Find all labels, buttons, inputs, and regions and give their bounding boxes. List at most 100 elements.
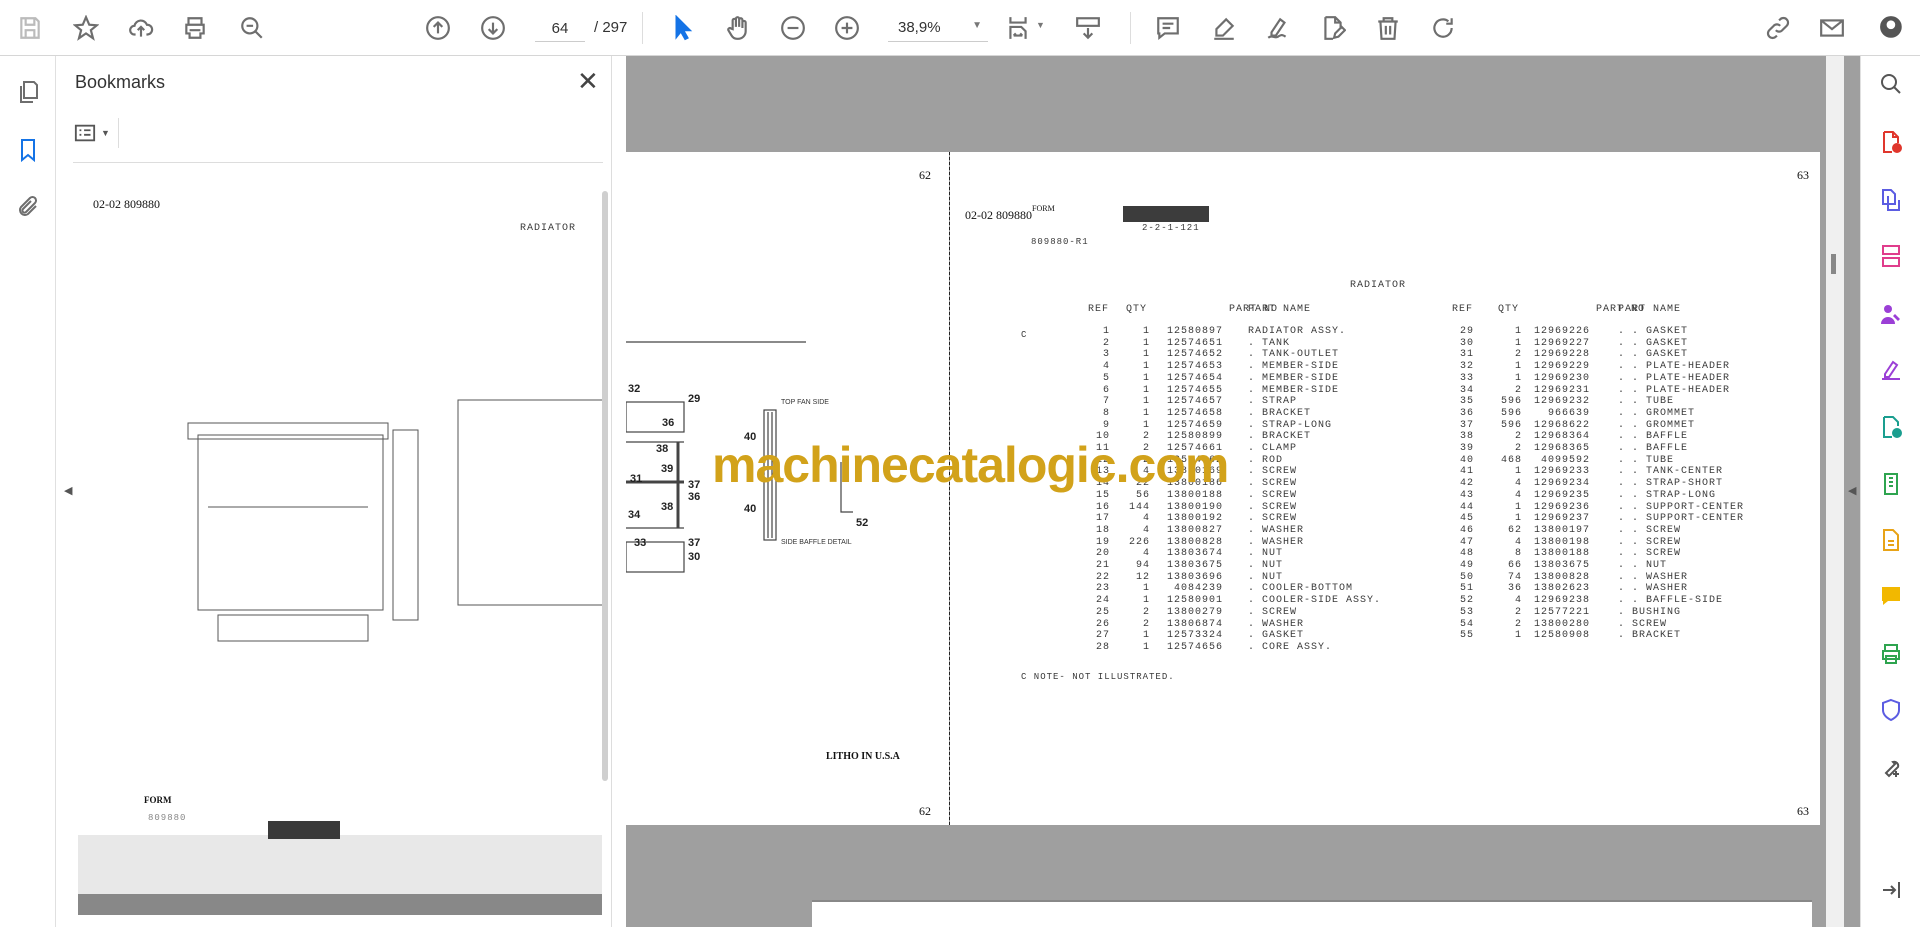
combine-files-icon[interactable] xyxy=(1877,186,1905,214)
page-thumbnails-icon[interactable] xyxy=(12,76,44,108)
scrollbar-thumb[interactable] xyxy=(1831,254,1836,274)
cell-part-no: 12969233 xyxy=(1533,466,1590,478)
cell-part-name: . . PLATE-HEADER xyxy=(1618,361,1731,373)
close-icon[interactable]: ✕ xyxy=(577,66,599,97)
bookmarks-icon[interactable] xyxy=(12,134,44,166)
organize-pages-icon[interactable] xyxy=(1877,242,1905,270)
zoom-in-icon[interactable] xyxy=(831,12,863,44)
edit-document-icon[interactable] xyxy=(1317,12,1349,44)
more-tools-icon[interactable] xyxy=(1877,754,1905,782)
cell-part-no: 13806874 xyxy=(1166,618,1223,630)
scroll-mode-icon[interactable] xyxy=(1072,12,1104,44)
thumb-title: RADIATOR xyxy=(520,223,577,234)
thumb-doc-id: 02-02 809880 xyxy=(93,197,160,211)
fill-sign-icon[interactable] xyxy=(1877,356,1905,384)
comment-icon[interactable] xyxy=(1152,12,1184,44)
cell-qty: 1 xyxy=(1142,595,1150,607)
cell-part-no: 13800192 xyxy=(1166,513,1223,525)
zoom-level-select[interactable]: 38,9% ▼ xyxy=(888,16,988,42)
page-number-bottom: 63 xyxy=(1797,804,1809,818)
request-signatures-icon[interactable] xyxy=(1877,300,1905,328)
callout-32: 32 xyxy=(628,383,640,395)
cell-part-name: . MEMBER-SIDE xyxy=(1248,372,1340,384)
header-part-name: PART NAME xyxy=(1618,304,1682,315)
header-qty: QTY xyxy=(1126,304,1148,315)
next-page-icon[interactable] xyxy=(477,12,509,44)
revision: 809880-R1 xyxy=(1031,237,1089,247)
svg-text:30: 30 xyxy=(688,551,700,563)
fit-page-icon[interactable] xyxy=(1002,12,1034,44)
search-zoom-icon[interactable] xyxy=(236,12,268,44)
save-icon[interactable] xyxy=(14,12,46,44)
thumb-form-number: 809880 xyxy=(148,813,187,823)
cell-qty: 2 xyxy=(1142,618,1150,630)
cell-part-no: 12577221 xyxy=(1533,606,1590,618)
cell-part-no: 12574652 xyxy=(1166,349,1223,361)
cell-part-no: 12969237 xyxy=(1533,513,1590,525)
page-number-input[interactable] xyxy=(535,16,585,42)
print-icon[interactable] xyxy=(179,12,211,44)
cell-qty: 36 xyxy=(1507,583,1522,595)
share-link-icon[interactable] xyxy=(1762,12,1794,44)
cell-qty: 4 xyxy=(1514,536,1522,548)
select-cursor-icon[interactable] xyxy=(666,12,698,44)
sign-icon[interactable] xyxy=(1262,12,1294,44)
account-cloud-icon[interactable] xyxy=(1876,12,1908,44)
svg-text:39: 39 xyxy=(661,463,673,475)
comment-tool-icon[interactable] xyxy=(1877,582,1905,610)
upload-cloud-icon[interactable] xyxy=(125,12,157,44)
cell-part-name: . GASKET xyxy=(1248,630,1305,642)
star-icon[interactable] xyxy=(70,12,102,44)
cell-part-name: . ROD xyxy=(1248,454,1284,466)
svg-text:38: 38 xyxy=(656,443,668,455)
cell-part-name: . . PLATE-HEADER xyxy=(1618,384,1731,396)
document-viewer: 62 29 36 38 39 37 36 38 37 30 32 31 34 33 40 40 52 T… xyxy=(626,56,1860,927)
cell-qty: 1 xyxy=(1142,361,1150,373)
cell-part-name: . BRACKET xyxy=(1248,431,1312,443)
cell-part-name: . SCREW xyxy=(1248,466,1298,478)
print-production-icon[interactable] xyxy=(1877,640,1905,668)
chevron-down-icon: ▼ xyxy=(972,20,982,31)
cell-qty: 4 xyxy=(1514,595,1522,607)
edit-pdf-icon[interactable] xyxy=(1877,526,1905,554)
cell-qty: 1 xyxy=(1142,419,1150,431)
create-pdf-icon[interactable] xyxy=(1877,128,1905,156)
cell-part-name: . . SUPPORT-CENTER xyxy=(1618,513,1745,525)
svg-text:34: 34 xyxy=(628,509,641,521)
mail-icon[interactable] xyxy=(1816,12,1848,44)
attachments-icon[interactable] xyxy=(12,191,44,223)
expand-right-panel-icon[interactable]: ◀ xyxy=(1848,484,1856,497)
vertical-scrollbar[interactable] xyxy=(1826,56,1844,927)
cell-qty: 468 xyxy=(1500,454,1522,466)
highlight-pen-icon[interactable] xyxy=(1208,12,1240,44)
rotate-icon[interactable] xyxy=(1427,12,1459,44)
previous-page-icon[interactable] xyxy=(422,12,454,44)
search-zoom-icon[interactable] xyxy=(1877,70,1905,98)
collapse-rail-icon[interactable] xyxy=(1877,876,1905,904)
header-part-name: PART NAME xyxy=(1248,304,1312,315)
export-pdf-icon[interactable] xyxy=(1877,413,1905,441)
cell-qty: 144 xyxy=(1128,501,1150,513)
cell-part-name: . . SCREW xyxy=(1618,548,1682,560)
cell-part-no: 12969235 xyxy=(1533,489,1590,501)
cell-part-no: 12969234 xyxy=(1533,478,1590,490)
svg-text:37: 37 xyxy=(688,479,700,491)
bookmark-options-button[interactable]: ▼ xyxy=(73,118,119,148)
page-thumbnail[interactable]: 02-02 809880 RADIATOR FORM 809880 xyxy=(78,175,602,915)
right-tools-rail xyxy=(1860,56,1920,927)
doc-id: 02-02 809880 xyxy=(965,208,1032,222)
cell-part-name: . TANK-OUTLET xyxy=(1248,349,1340,361)
chevron-down-icon[interactable]: ▼ xyxy=(1036,20,1045,30)
cell-part-no: 12969226 xyxy=(1533,326,1590,337)
protect-icon[interactable] xyxy=(1877,696,1905,724)
compress-pdf-icon[interactable] xyxy=(1877,470,1905,498)
hand-tool-icon[interactable] xyxy=(721,12,753,44)
cell-part-name: . SCREW xyxy=(1618,618,1668,630)
panel-scrollbar[interactable] xyxy=(602,191,608,781)
cell-qty: 2 xyxy=(1514,384,1522,396)
cell-part-no: 4099592 xyxy=(1540,454,1590,466)
delete-icon[interactable] xyxy=(1372,12,1404,44)
collapse-left-panel-icon[interactable]: ◀ xyxy=(64,484,72,497)
zoom-out-icon[interactable] xyxy=(777,12,809,44)
watermark: machinecatalogic.com xyxy=(712,437,1229,493)
